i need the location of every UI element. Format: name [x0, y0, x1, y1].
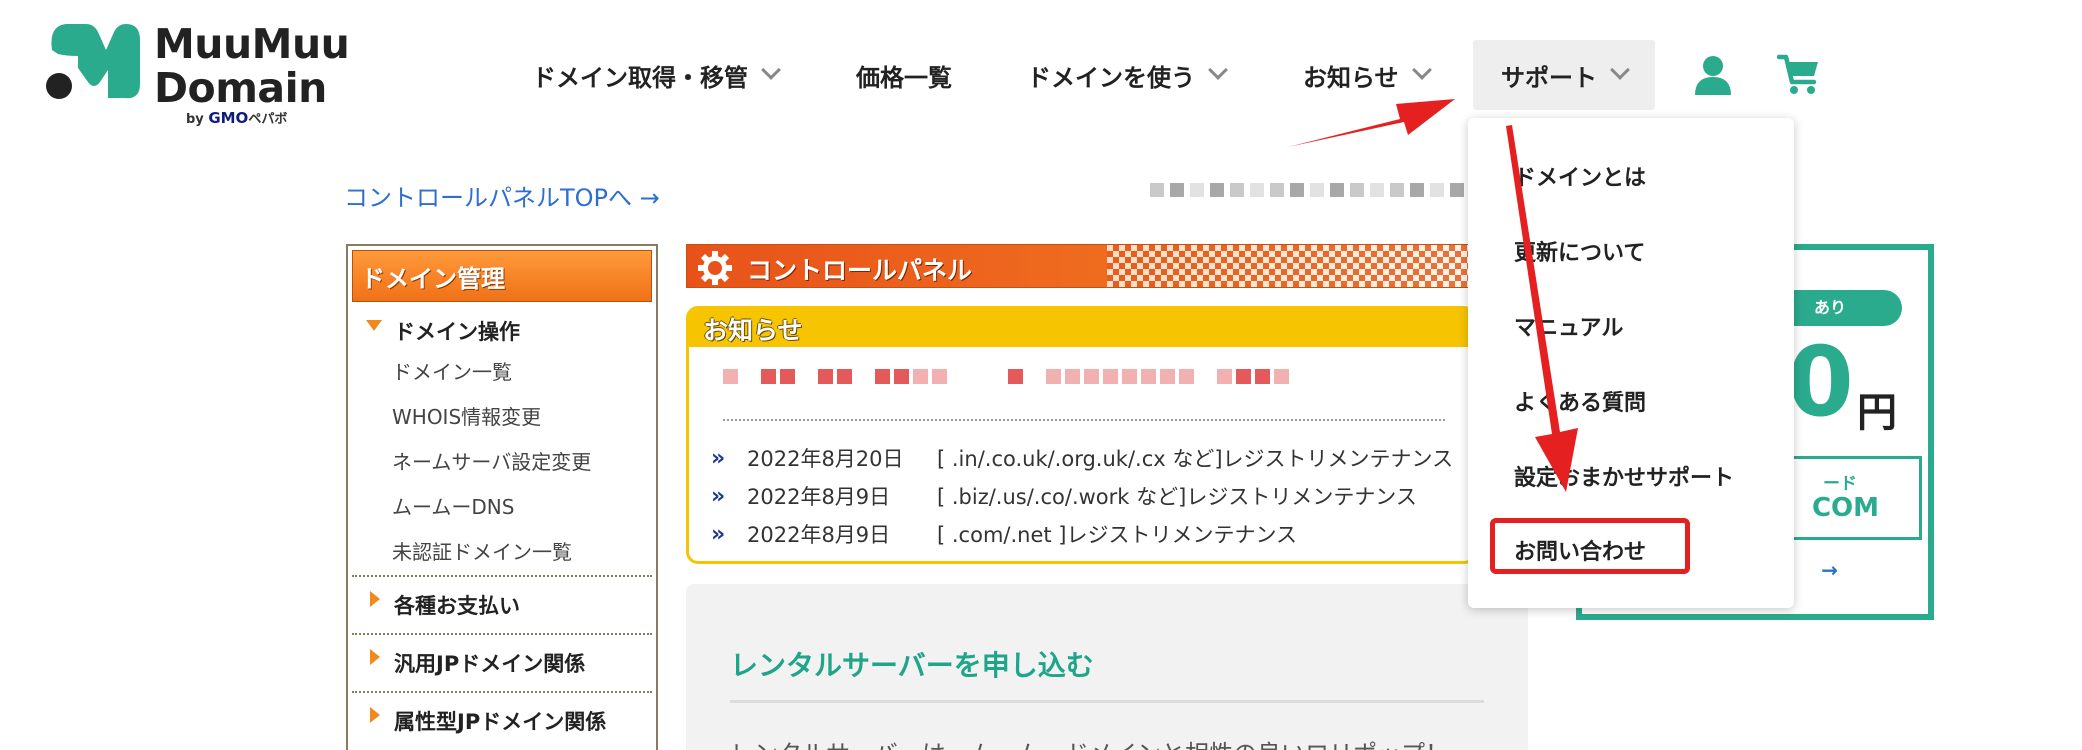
sidebar-item-muumuu-dns[interactable]: ムームーDNS [392, 485, 646, 530]
sidebar-item-whois[interactable]: WHOIS情報変更 [392, 395, 646, 440]
news-date: 2022年8月9日 [747, 523, 891, 547]
rental-server-description: レンタルサーバーは、ムームードメインと相性の良いロリポップ！ [730, 734, 1449, 750]
sidebar-row-label: 各種お支払い [394, 594, 520, 618]
support-dropdown-menu: ドメインとは 更新について マニュアル よくある質問 設定おまかせサポート お問… [1468, 118, 1794, 608]
double-chevron-right-icon: » [711, 445, 726, 471]
nav-label: お知らせ [1303, 63, 1399, 92]
menu-item-faq[interactable]: よくある質問 [1514, 385, 1646, 417]
sidebar-group-label: ドメイン操作 [394, 320, 520, 344]
nav-news[interactable]: お知らせ [1303, 40, 1429, 110]
news-item[interactable]: » 2022年8月9日 [ .biz/.us/.co/.work など]レジスト… [711, 477, 1453, 515]
muumuu-domain-logo[interactable]: MuuMuu Domain by GMOペパボ [44, 20, 350, 130]
news-date: 2022年8月9日 [747, 485, 891, 509]
sidebar-row-label: 汎用JPドメイン関係 [394, 652, 586, 676]
news-text: [ .biz/.us/.co/.work など]レジストリメンテナンス [937, 485, 1417, 509]
sidebar-item-nameserver[interactable]: ネームサーバ設定変更 [392, 440, 646, 485]
sidebar-row-label: 属性型JPドメイン関係 [394, 710, 607, 734]
masked-account-text [1150, 183, 1504, 197]
news-date: 2022年8月20日 [747, 447, 904, 471]
user-icon[interactable] [1693, 55, 1733, 95]
rental-server-heading[interactable]: レンタルサーバーを申し込む [730, 644, 1094, 684]
news-text: [ .in/.co.uk/.org.uk/.cx など]レジストリメンテナンス [937, 447, 1454, 471]
news-panel: お知らせ » 2022年8月20日 [ .in/.co.uk/.org.uk/.… [686, 306, 1476, 564]
rental-server-panel: レンタルサーバーを申し込む レンタルサーバーは、ムームードメインと相性の良いロリ… [686, 584, 1528, 750]
gear-icon [698, 251, 732, 285]
promo-yen: 円 [1857, 390, 1897, 436]
chevron-down-icon [1413, 63, 1429, 79]
sidebar-group-domain-ops: ドメイン操作 ドメイン一覧 WHOIS情報変更 ネームサーバ設定変更 ムームーD… [348, 306, 656, 575]
logo-m-icon [46, 23, 140, 99]
masked-news-text [723, 369, 1289, 384]
sidebar-item-domain-list[interactable]: ドメイン一覧 [392, 350, 646, 395]
contact-highlight-box [1490, 518, 1690, 574]
chevron-down-icon [1209, 63, 1225, 79]
sidebar-item-unverified[interactable]: 未認証ドメイン一覧 [392, 530, 646, 575]
triangle-right-icon [370, 591, 380, 607]
news-item[interactable]: » 2022年8月20日 [ .in/.co.uk/.org.uk/.cx など… [711, 439, 1453, 477]
control-panel-banner: コントロールパネル [686, 244, 1476, 288]
nav-use-domain[interactable]: ドメインを使う [1027, 40, 1225, 110]
sidebar-group-toggle[interactable]: ドメイン操作 [366, 316, 646, 346]
sidebar-item-general-jp[interactable]: 汎用JPドメイン関係 [352, 633, 652, 691]
menu-item-renewal[interactable]: 更新について [1514, 235, 1645, 267]
double-chevron-right-icon: » [711, 521, 726, 547]
logo-wordmark: MuuMuu Domain [154, 20, 350, 112]
nav-label: 価格一覧 [856, 63, 952, 92]
triangle-right-icon [370, 707, 380, 723]
logo-byline: by GMOペパボ [186, 109, 288, 127]
control-panel-title: コントロールパネル [747, 256, 973, 285]
promo-link[interactable]: → [1821, 558, 1838, 582]
control-panel-top-link[interactable]: コントロールパネルTOPへ → [344, 178, 660, 213]
cart-icon[interactable] [1777, 52, 1821, 96]
promo-coupon-label: ード [1823, 474, 1857, 494]
menu-item-setup-support[interactable]: 設定おまかせサポート [1514, 460, 1734, 492]
triangle-right-icon [370, 649, 380, 665]
news-item[interactable]: » 2022年8月9日 [ .com/.net ]レジストリメンテナンス [711, 515, 1453, 553]
news-text: [ .com/.net ]レジストリメンテナンス [937, 523, 1298, 547]
chevron-down-icon [1611, 63, 1627, 79]
nav-label: ドメイン取得・移管 [532, 63, 748, 92]
sidebar-item-payments[interactable]: 各種お支払い [352, 575, 652, 633]
menu-item-what-is-domain[interactable]: ドメインとは [1514, 160, 1646, 192]
divider [723, 419, 1445, 421]
triangle-down-icon [366, 319, 382, 331]
menu-item-manual[interactable]: マニュアル [1514, 310, 1623, 342]
news-list: » 2022年8月20日 [ .in/.co.uk/.org.uk/.cx など… [711, 439, 1453, 553]
promo-coupon-code: COM [1811, 493, 1879, 523]
divider [730, 700, 1484, 703]
nav-label: ドメインを使う [1027, 63, 1195, 92]
double-chevron-right-icon: » [711, 483, 726, 509]
chevron-down-icon [762, 63, 778, 79]
nav-price-list[interactable]: 価格一覧 [856, 40, 952, 110]
nav-support[interactable]: サポート [1473, 40, 1655, 110]
nav-domain-acquire[interactable]: ドメイン取得・移管 [532, 40, 778, 110]
promo-price: 0 [1787, 326, 1854, 438]
sidebar-item-attribute-jp[interactable]: 属性型JPドメイン関係 [352, 691, 652, 749]
nav-label: サポート [1501, 63, 1597, 92]
news-tab: お知らせ [689, 309, 1473, 347]
domain-management-sidebar: ドメイン管理 ドメイン操作 ドメイン一覧 WHOIS情報変更 ネームサーバ設定変… [346, 244, 658, 750]
news-tab-label: お知らせ [703, 316, 803, 345]
sidebar-heading: ドメイン管理 [352, 250, 652, 302]
